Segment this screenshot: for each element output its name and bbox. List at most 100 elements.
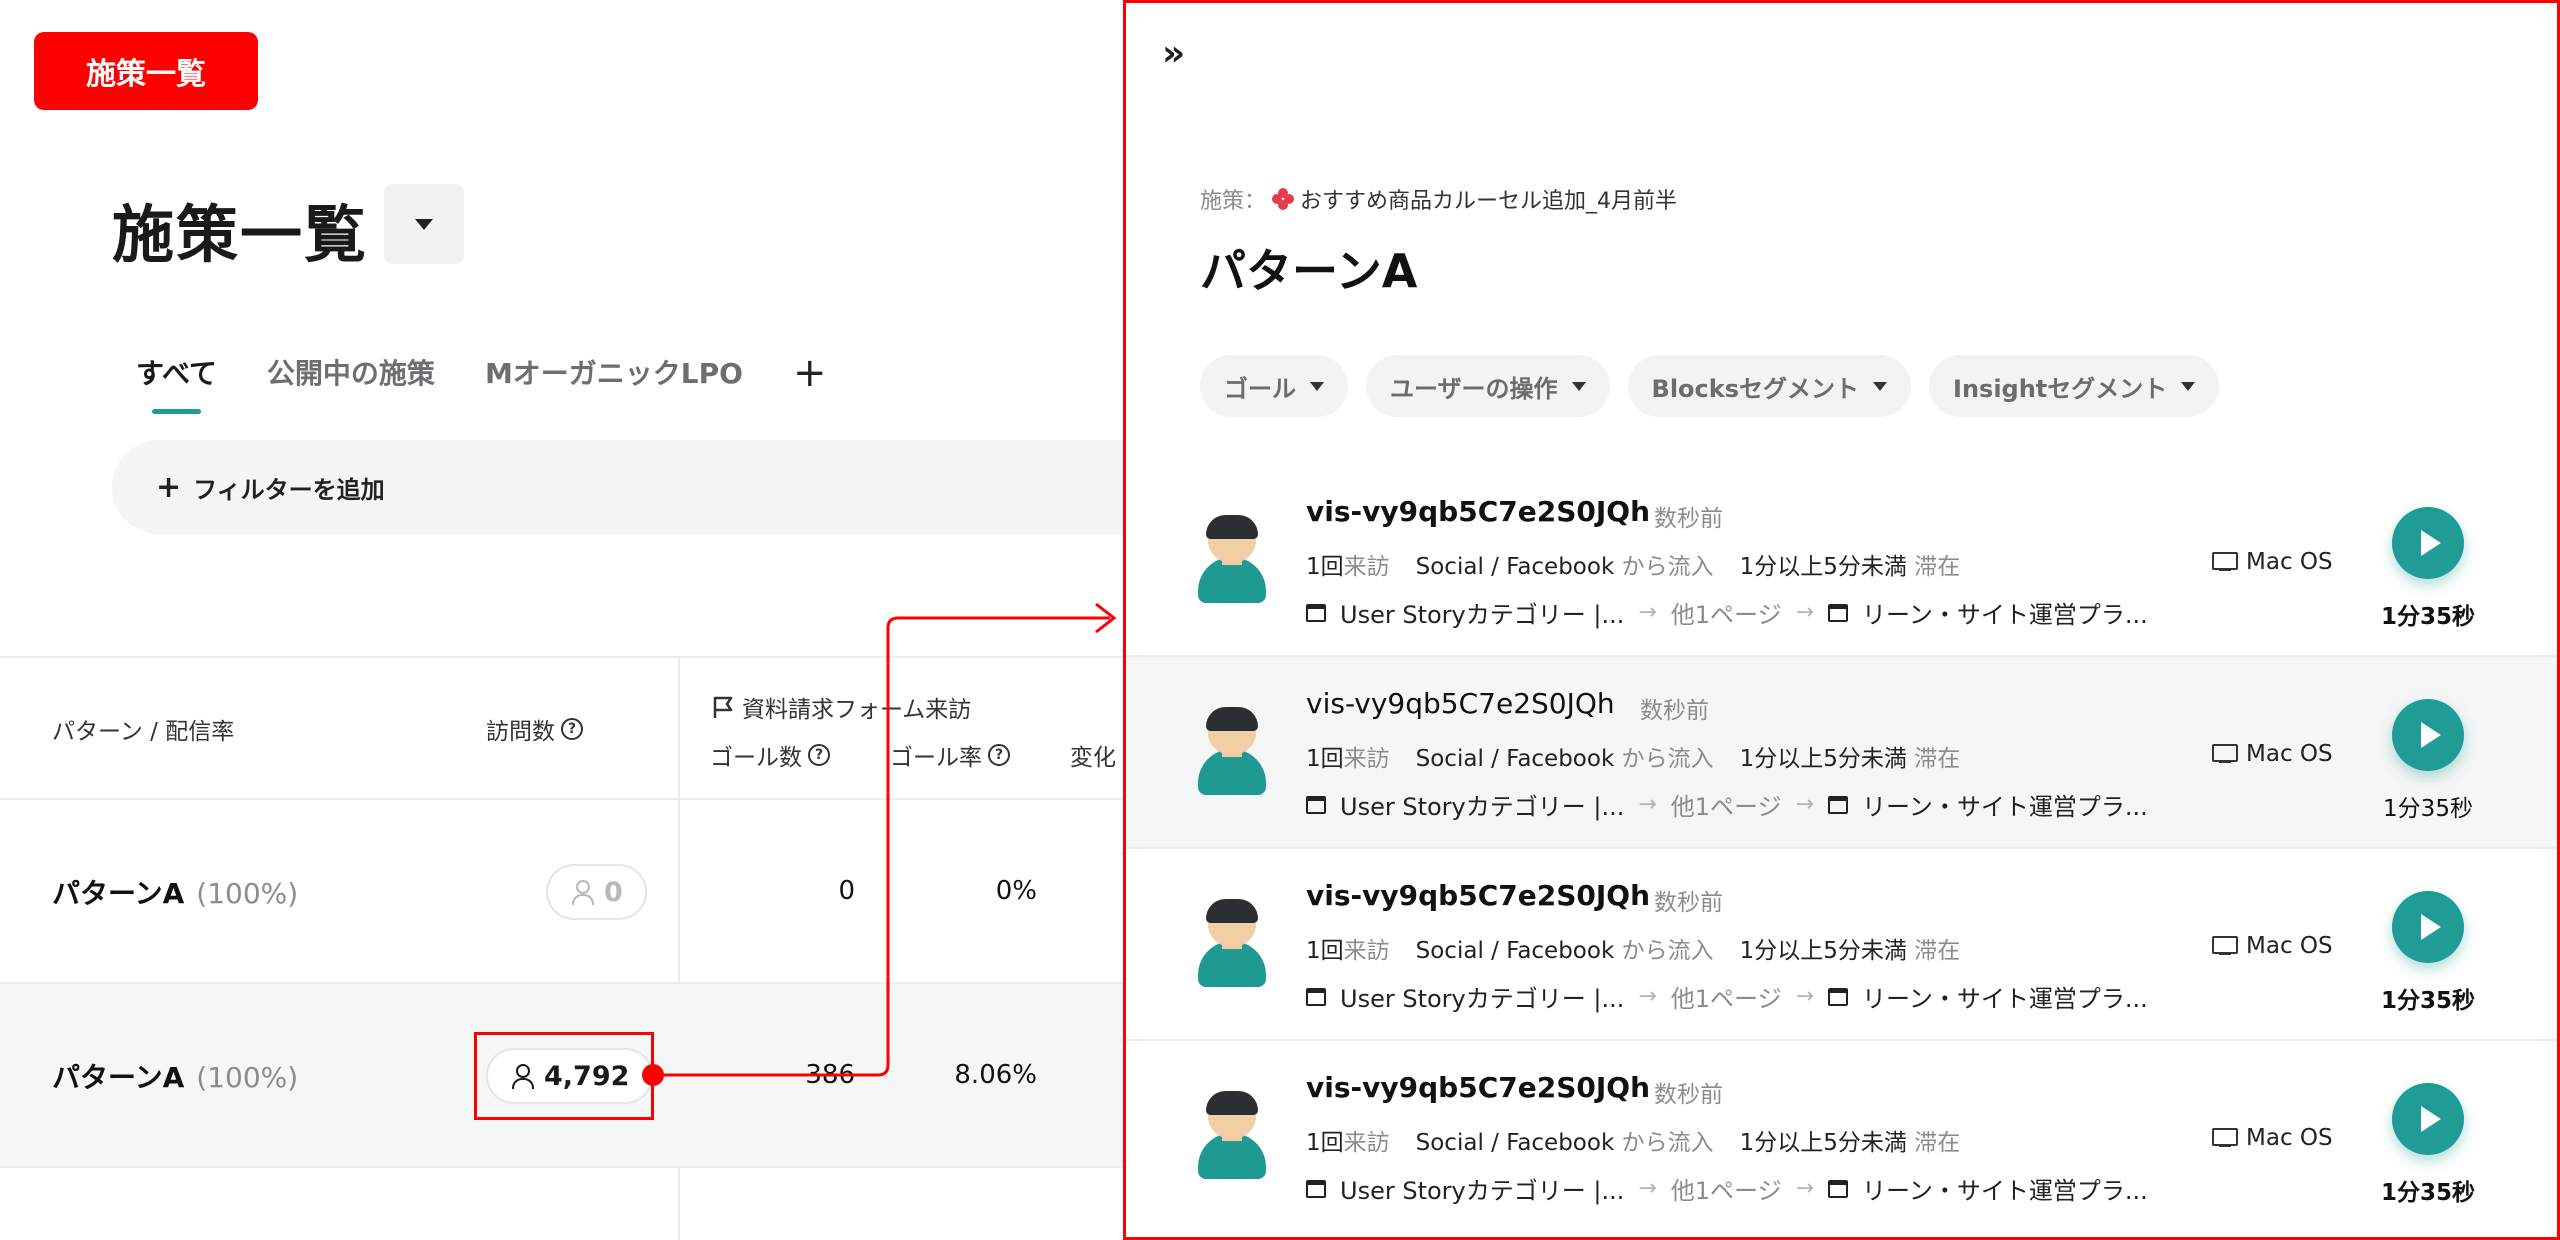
arrow-right-icon: → bbox=[1638, 792, 1657, 817]
play-icon bbox=[2420, 722, 2441, 748]
monitor-icon bbox=[2212, 1128, 2238, 1148]
chip-label: Insightセグメント bbox=[1953, 374, 2168, 403]
stay-value: 1分以上5分未満 bbox=[1739, 938, 1907, 964]
arrow-right-icon: → bbox=[1795, 1176, 1815, 1201]
source-value: Social / Facebook bbox=[1415, 938, 1615, 964]
session-duration: 1分35秒 bbox=[2380, 604, 2475, 630]
arrow-right-icon: → bbox=[1638, 1176, 1657, 1201]
stay-suffix: 滞在 bbox=[1914, 1130, 1961, 1156]
visit-count-value: 1回 bbox=[1306, 554, 1344, 580]
chip-label: ゴール bbox=[1224, 374, 1296, 403]
campaign-name: おすすめ商品カルーセル追加_4月前半 bbox=[1300, 189, 1678, 214]
session-duration: 1分35秒 bbox=[2383, 796, 2473, 822]
monitor-icon bbox=[2212, 936, 2238, 956]
chip-user-action[interactable]: ユーザーの操作 bbox=[1366, 355, 1610, 417]
campaign-breadcrumb: 施策： おすすめ商品カルーセル追加_4月前半 bbox=[1200, 183, 1677, 215]
session-meta: 1回来訪 Social / Facebook から流入 1分以上5分未満 滞在 bbox=[1306, 739, 1960, 773]
page-path: User Storyカテゴリー |... → 他1ページ → リーン・サイト運営… bbox=[1306, 979, 2148, 1014]
stay: 1分以上5分未満 滞在 bbox=[1740, 1123, 1961, 1157]
caret-down-icon bbox=[1571, 381, 1586, 391]
os-label: Mac OS bbox=[2246, 1125, 2333, 1151]
session-time: 数秒前 bbox=[1654, 506, 1723, 532]
session-time: 数秒前 bbox=[1654, 890, 1723, 916]
visit-count: 1回来訪 bbox=[1306, 739, 1390, 773]
session-time: 数秒前 bbox=[1640, 698, 1709, 724]
window-icon bbox=[1306, 1179, 1326, 1198]
os-info: Mac OS bbox=[2212, 741, 2333, 767]
window-icon bbox=[1828, 795, 1849, 814]
source-suffix: から流入 bbox=[1621, 746, 1714, 772]
visit-count-suffix: 来訪 bbox=[1343, 554, 1390, 580]
os-info: Mac OS bbox=[2212, 1125, 2333, 1151]
avatar bbox=[1194, 1091, 1270, 1183]
visit-count-suffix: 来訪 bbox=[1343, 938, 1390, 964]
page-to: リーン・サイト運営プラ... bbox=[1862, 1177, 2148, 1205]
panel-title: パターンA bbox=[1200, 244, 1418, 298]
play-button[interactable] bbox=[2392, 699, 2464, 771]
other-pages: 他1ページ bbox=[1670, 793, 1782, 821]
visit-count-suffix: 来訪 bbox=[1343, 1130, 1390, 1156]
session-row[interactable]: vis-vy9qb5C7e2S0JQh 数秒前 1回来訪 Social / Fa… bbox=[1126, 465, 2557, 657]
os-info: Mac OS bbox=[2212, 933, 2333, 959]
stay: 1分以上5分未満 滞在 bbox=[1740, 931, 1961, 965]
session-row[interactable]: vis-vy9qb5C7e2S0JQh 数秒前 1回来訪 Social / Fa… bbox=[1126, 657, 2557, 849]
chip-goal[interactable]: ゴール bbox=[1200, 355, 1348, 417]
chip-insight-segment[interactable]: Insightセグメント bbox=[1929, 355, 2220, 417]
stay: 1分以上5分未満 滞在 bbox=[1740, 739, 1961, 773]
source: Social / Facebook から流入 bbox=[1416, 931, 1714, 965]
stay-value: 1分以上5分未満 bbox=[1739, 554, 1907, 580]
visit-count-value: 1回 bbox=[1306, 1130, 1344, 1156]
arrow-right-icon: → bbox=[1795, 984, 1815, 1009]
source-suffix: から流入 bbox=[1621, 1130, 1714, 1156]
arrow-right-icon: → bbox=[1638, 984, 1657, 1009]
session-time: 数秒前 bbox=[1654, 1082, 1723, 1108]
monitor-icon bbox=[2212, 552, 2238, 572]
play-button[interactable] bbox=[2392, 507, 2464, 579]
page-from: User Storyカテゴリー |... bbox=[1340, 601, 1625, 629]
page-from: User Storyカテゴリー |... bbox=[1340, 985, 1625, 1013]
filter-chips: ゴール ユーザーの操作 Blocksセグメント Insightセグメント bbox=[1200, 355, 2220, 417]
page-to: リーン・サイト運営プラ... bbox=[1862, 985, 2148, 1013]
os-info: Mac OS bbox=[2212, 549, 2333, 575]
arrow-right-icon: → bbox=[1795, 792, 1815, 817]
flower-icon bbox=[1272, 188, 1295, 210]
page-to: リーン・サイト運営プラ... bbox=[1862, 601, 2148, 629]
other-pages: 他1ページ bbox=[1670, 1177, 1782, 1205]
session-meta: 1回来訪 Social / Facebook から流入 1分以上5分未満 滞在 bbox=[1306, 1123, 1960, 1157]
stay-suffix: 滞在 bbox=[1914, 938, 1961, 964]
session-id: vis-vy9qb5C7e2S0JQh bbox=[1306, 1071, 1650, 1104]
page-path: User Storyカテゴリー |... → 他1ページ → リーン・サイト運営… bbox=[1306, 1171, 2148, 1206]
session-duration: 1分35秒 bbox=[2380, 988, 2475, 1014]
session-row[interactable]: vis-vy9qb5C7e2S0JQh 数秒前 1回来訪 Social / Fa… bbox=[1126, 849, 2557, 1041]
campaign-label: 施策： bbox=[1200, 189, 1267, 214]
os-label: Mac OS bbox=[2246, 741, 2333, 767]
caret-down-icon bbox=[1873, 381, 1888, 391]
chip-label: Blocksセグメント bbox=[1651, 374, 1860, 403]
visit-count: 1回来訪 bbox=[1306, 1123, 1390, 1157]
source: Social / Facebook から流入 bbox=[1416, 547, 1714, 581]
source-value: Social / Facebook bbox=[1415, 1130, 1615, 1156]
monitor-icon bbox=[2212, 744, 2238, 764]
source-suffix: から流入 bbox=[1621, 554, 1714, 580]
page-path: User Storyカテゴリー |... → 他1ページ → リーン・サイト運営… bbox=[1306, 595, 2148, 630]
play-button[interactable] bbox=[2392, 1083, 2464, 1155]
visit-count-value: 1回 bbox=[1306, 938, 1344, 964]
play-button[interactable] bbox=[2392, 891, 2464, 963]
avatar bbox=[1194, 899, 1270, 991]
other-pages: 他1ページ bbox=[1670, 985, 1782, 1013]
session-duration: 1分35秒 bbox=[2380, 1180, 2475, 1206]
stay-suffix: 滞在 bbox=[1914, 746, 1961, 772]
window-icon bbox=[1828, 1179, 1849, 1198]
arrow-right-icon: → bbox=[1795, 600, 1815, 625]
source-suffix: から流入 bbox=[1621, 938, 1714, 964]
chip-blocks-segment[interactable]: Blocksセグメント bbox=[1627, 355, 1912, 417]
window-icon bbox=[1828, 987, 1849, 1006]
caret-down-icon bbox=[1310, 381, 1324, 391]
session-id: vis-vy9qb5C7e2S0JQh bbox=[1306, 879, 1650, 912]
collapse-drawer-icon[interactable]: » bbox=[1162, 33, 1185, 74]
window-icon bbox=[1306, 987, 1326, 1006]
session-id: vis-vy9qb5C7e2S0JQh bbox=[1306, 687, 1615, 720]
caret-down-icon bbox=[2181, 381, 2196, 391]
session-row[interactable]: vis-vy9qb5C7e2S0JQh 数秒前 1回来訪 Social / Fa… bbox=[1126, 1041, 2557, 1233]
session-drawer: » 施策： おすすめ商品カルーセル追加_4月前半 パターンA ゴール ユーザーの… bbox=[1123, 0, 2560, 1240]
